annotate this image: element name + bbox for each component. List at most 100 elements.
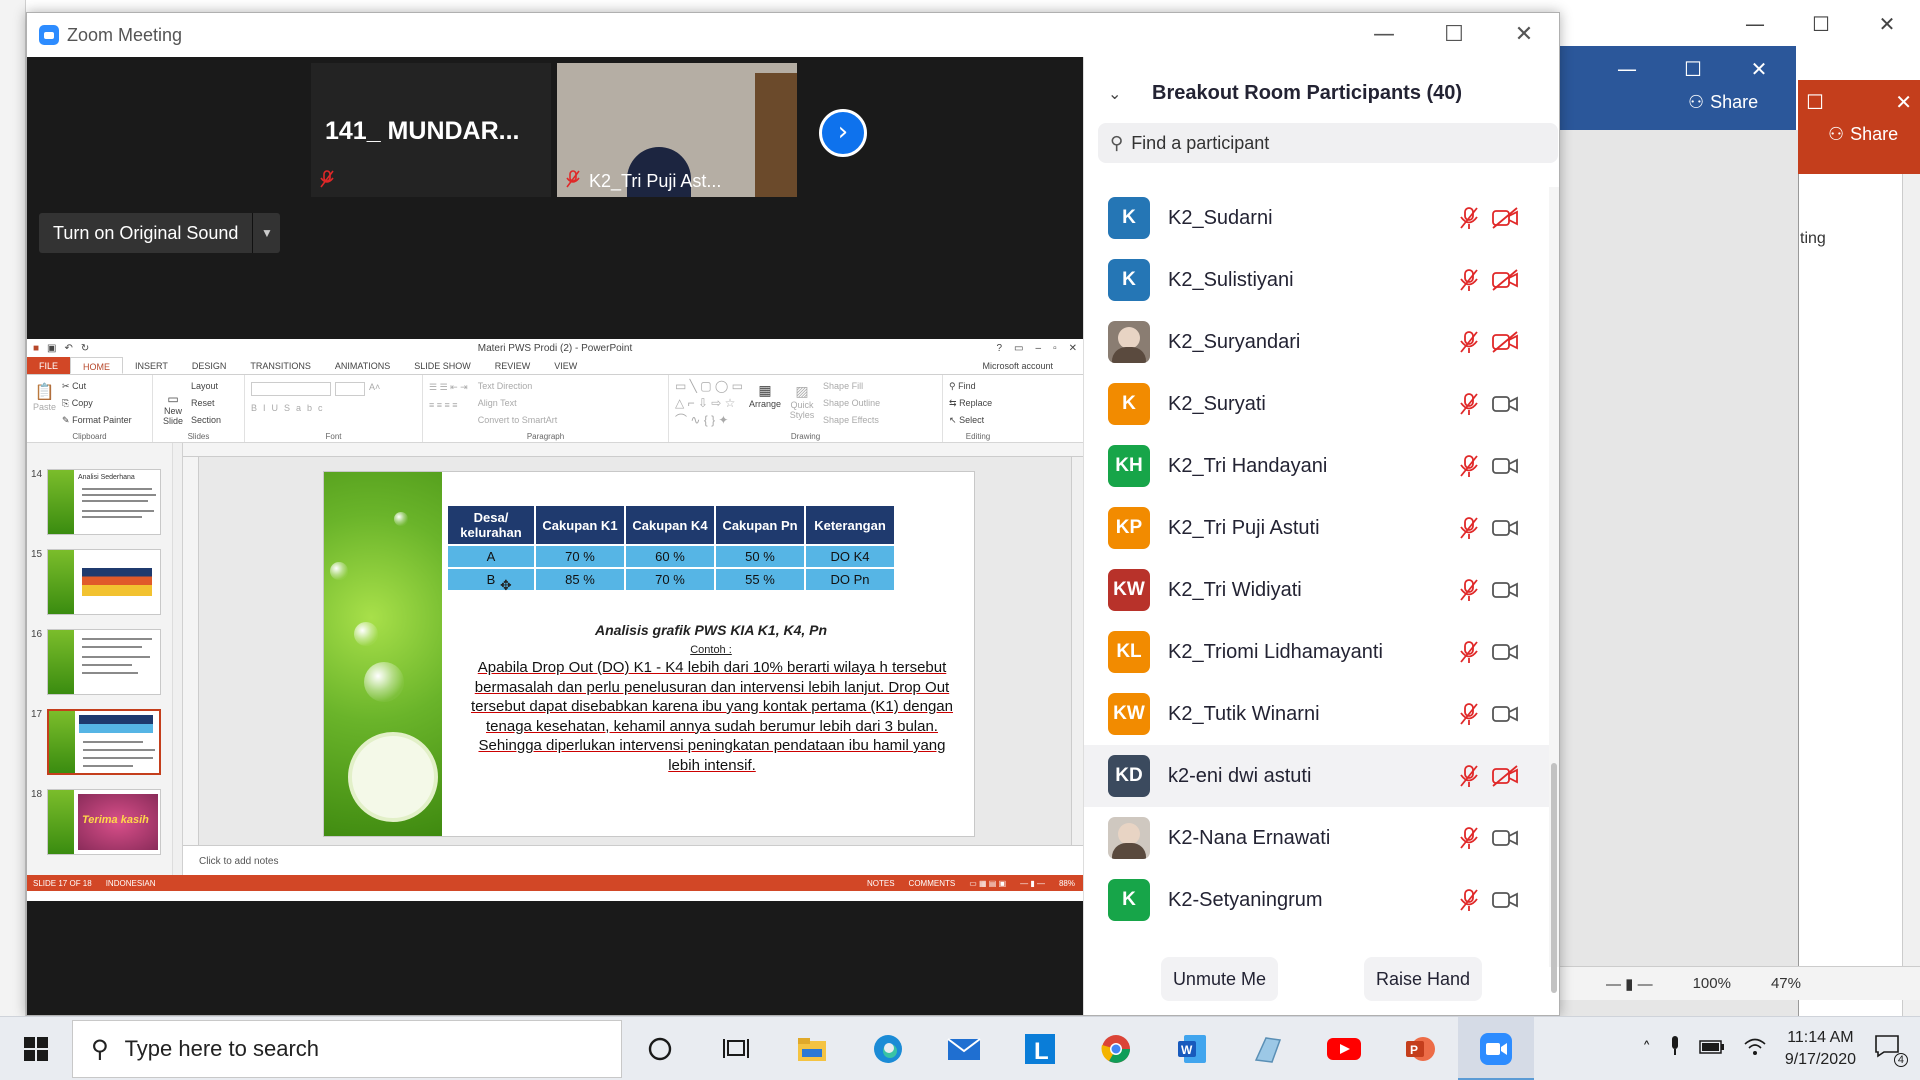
select-button[interactable]: ↖ Select — [949, 412, 1007, 429]
participant-row[interactable]: KL K2_Triomi Lidhamayanti — [1084, 621, 1550, 683]
unmute-button[interactable]: Unmute Me — [1160, 957, 1278, 1001]
tab-insert[interactable]: INSERT — [123, 357, 180, 374]
scrollbar[interactable] — [1902, 174, 1920, 1024]
clock[interactable]: 11:14 AM 9/17/2020 — [1785, 1027, 1856, 1071]
tab-slide-show[interactable]: SLIDE SHOW — [402, 357, 483, 374]
participant-row[interactable]: K K2_Sulistiyani — [1084, 249, 1550, 311]
account-button[interactable]: Microsoft account — [982, 357, 1083, 374]
layout-button[interactable]: Layout — [191, 378, 221, 395]
notes-button[interactable]: NOTES — [867, 879, 895, 888]
raise-hand-button[interactable]: Raise Hand — [1363, 957, 1483, 1001]
font-size-dropdown[interactable] — [335, 382, 365, 396]
shape-outline-button[interactable]: Shape Outline — [823, 395, 880, 412]
video-thumbnail[interactable]: K2_Tri Puji Ast... — [557, 63, 797, 197]
zoom-slider[interactable]: — ▮ — — [1020, 879, 1045, 888]
collapse-chevron-icon[interactable]: ⌄ — [1108, 84, 1138, 103]
edge-icon[interactable] — [850, 1017, 926, 1080]
participant-row[interactable]: K2-Nana Ernawati — [1084, 807, 1550, 869]
slide-thumbnail-18[interactable]: Terima kasih — [47, 789, 161, 855]
tab-view[interactable]: VIEW — [542, 357, 589, 374]
copy-button[interactable]: ⎘ Copy — [62, 395, 132, 412]
cortana-icon[interactable] — [622, 1017, 698, 1080]
text-direction-button[interactable]: Text Direction — [478, 378, 558, 395]
zoom-app-icon[interactable] — [1458, 1016, 1534, 1080]
maximize-icon[interactable]: ☐ — [1660, 57, 1726, 81]
video-thumbnail[interactable]: 141_ MUNDAR... — [311, 63, 551, 197]
format-painter-button[interactable]: ✎ Format Painter — [62, 412, 132, 429]
tab-home[interactable]: HOME — [70, 357, 124, 374]
find-button[interactable]: ⚲ Find — [949, 378, 1007, 395]
arrange-button[interactable]: ▦ Arrange — [749, 378, 781, 429]
chrome-icon[interactable] — [1078, 1017, 1154, 1080]
slide-thumbnail-14[interactable]: Analisi Sederhana — [47, 469, 161, 535]
next-page-button[interactable]: › — [819, 109, 867, 157]
close-icon[interactable]: ✕ — [1854, 12, 1920, 36]
language-indicator[interactable]: INDONESIAN — [106, 879, 156, 888]
l-app-icon[interactable]: L — [1002, 1017, 1078, 1080]
section-button[interactable]: Section — [191, 412, 221, 429]
participant-row[interactable]: KH K2_Tri Handayani — [1084, 435, 1550, 497]
close-icon[interactable]: ✕ — [1726, 57, 1792, 81]
minimize-icon[interactable]: – — [1036, 343, 1042, 354]
start-button[interactable] — [0, 1017, 72, 1080]
shape-fill-button[interactable]: Shape Fill — [823, 378, 880, 395]
slide-thumbnail-17[interactable] — [47, 709, 161, 775]
replace-button[interactable]: ⇆ Replace — [949, 395, 1007, 412]
participant-row[interactable]: KW K2_Tutik Winarni — [1084, 683, 1550, 745]
list-buttons[interactable]: ☰ ☰ ⇤ ⇥ ≡ ≡ ≡ ≡ — [429, 378, 468, 429]
scrollbar[interactable] — [1071, 457, 1083, 845]
maximize-icon[interactable]: ☐ — [1788, 12, 1854, 36]
maximize-icon[interactable]: ▫ — [1053, 343, 1057, 354]
quick-styles-button[interactable]: ▨ Quick Styles — [787, 378, 817, 429]
comments-button[interactable]: COMMENTS — [909, 879, 956, 888]
file-explorer-icon[interactable] — [774, 1017, 850, 1080]
notes-pane[interactable]: Click to add notes — [183, 845, 1083, 875]
share-button-2[interactable]: ⚇ Share — [1798, 124, 1920, 145]
minimize-icon[interactable]: — — [1594, 57, 1660, 81]
close-icon[interactable]: ✕ — [1895, 90, 1912, 114]
participant-row[interactable]: K K2_Suryati — [1084, 373, 1550, 435]
ribbon-options-icon[interactable]: ▭ — [1014, 343, 1023, 354]
current-slide[interactable]: Desa/ kelurahan Cakupan K1 Cakupan K4 Ca… — [323, 471, 975, 837]
view-buttons[interactable]: ▭ ▦ ▤ ▣ — [969, 879, 1006, 888]
reset-button[interactable]: Reset — [191, 395, 221, 412]
close-icon[interactable]: ✕ — [1069, 343, 1077, 354]
youtube-icon[interactable] — [1306, 1017, 1382, 1080]
share-button[interactable]: ⚇ Share — [1556, 92, 1796, 113]
chevron-down-icon[interactable]: ▼ — [252, 213, 281, 253]
tab-animations[interactable]: ANIMATIONS — [323, 357, 402, 374]
font-format-buttons[interactable]: BIUSabc — [251, 400, 416, 417]
microphone-icon[interactable] — [1669, 1035, 1681, 1062]
wifi-icon[interactable] — [1743, 1036, 1767, 1061]
new-slide-button[interactable]: ▭ New Slide — [159, 378, 187, 429]
tab-file[interactable]: FILE — [27, 357, 71, 374]
help-icon[interactable]: ? — [996, 343, 1002, 354]
participant-row[interactable]: K K2_Sudarni — [1084, 187, 1550, 249]
powerpoint-icon[interactable]: P — [1382, 1017, 1458, 1080]
word-icon[interactable]: W — [1154, 1017, 1230, 1080]
slide-thumbnail-15[interactable] — [47, 549, 161, 615]
participant-row[interactable]: K K2-Setyaningrum — [1084, 869, 1550, 931]
convert-smartart-button[interactable]: Convert to SmartArt — [478, 412, 558, 429]
participant-row[interactable]: KP K2_Tri Puji Astuti — [1084, 497, 1550, 559]
minimize-icon[interactable]: — — [1349, 13, 1419, 57]
shape-effects-button[interactable]: Shape Effects — [823, 412, 880, 429]
participant-row[interactable]: KW K2_Tri Widiyati — [1084, 559, 1550, 621]
minimize-icon[interactable]: — — [1722, 12, 1788, 36]
slide-thumbnail-16[interactable] — [47, 629, 161, 695]
paint-icon[interactable] — [1230, 1017, 1306, 1080]
close-icon[interactable]: ✕ — [1489, 13, 1559, 57]
battery-icon[interactable] — [1699, 1039, 1725, 1059]
font-family-dropdown[interactable] — [251, 382, 331, 396]
taskbar-search[interactable]: ⚲ Type here to search — [72, 1019, 622, 1078]
align-text-button[interactable]: Align Text — [478, 395, 558, 412]
chevron-up-icon[interactable]: ˄ — [1642, 1039, 1651, 1059]
tab-transitions[interactable]: TRANSITIONS — [238, 357, 323, 374]
maximize-icon[interactable]: ☐ — [1419, 13, 1489, 57]
zoom-slider[interactable]: — ▮ — — [1606, 975, 1653, 993]
shapes-gallery[interactable]: ▭ ╲ ▢ ◯ ▭ △ ⌐ ⇩ ⇨ ☆ ⌒ ∿ { } ✦ — [675, 378, 743, 429]
tab-design[interactable]: DESIGN — [180, 357, 239, 374]
participant-row[interactable]: K2_Suryandari — [1084, 311, 1550, 373]
mail-icon[interactable] — [926, 1017, 1002, 1080]
scrollbar[interactable] — [1549, 187, 1559, 993]
